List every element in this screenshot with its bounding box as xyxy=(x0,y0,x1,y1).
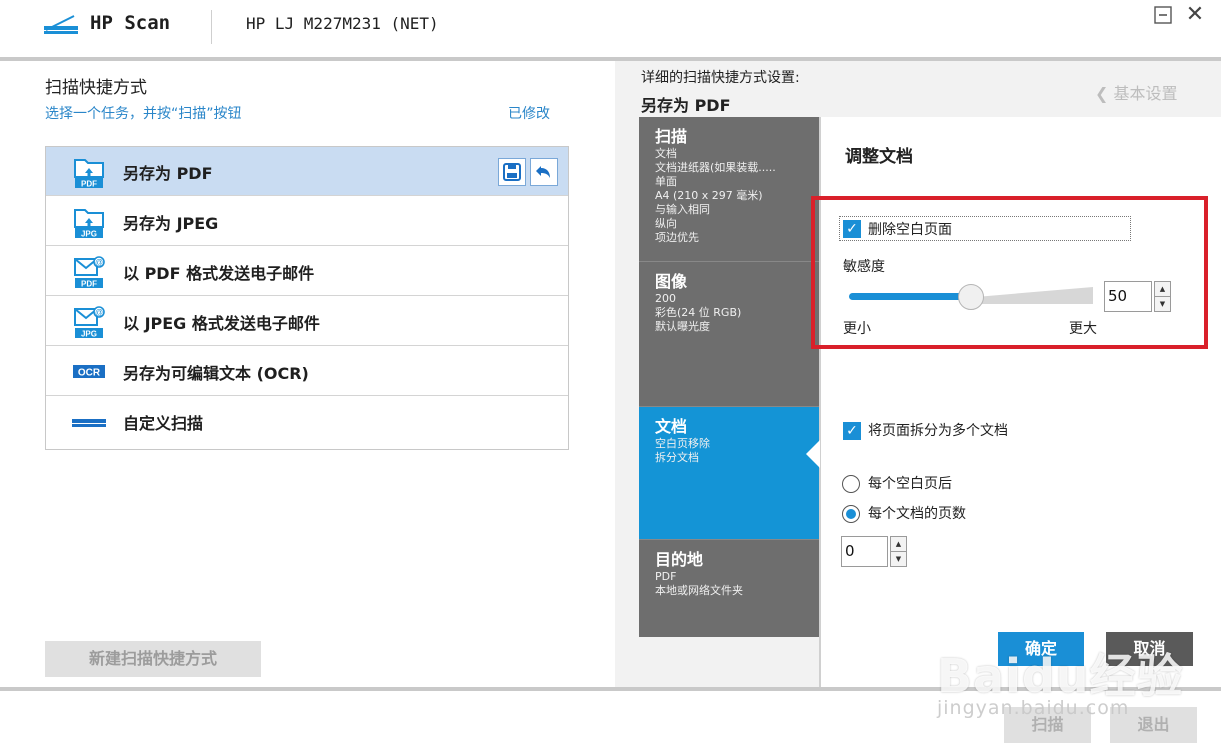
sensitivity-up-icon[interactable]: ▲ xyxy=(1154,281,1171,297)
category-detail: 项边优先 xyxy=(655,231,699,244)
hp-scan-logo-icon xyxy=(44,15,78,34)
after-blank-page-radio[interactable] xyxy=(842,475,860,493)
pages-per-document-radio[interactable] xyxy=(842,505,860,523)
ocr-icon: OCR xyxy=(73,365,105,379)
sensitivity-slider-thumb[interactable] xyxy=(958,284,984,310)
category-detail: A4 (210 x 297 毫米) xyxy=(655,189,763,202)
category-title: 文档 xyxy=(655,417,688,436)
remove-blank-pages-label: 删除空白页面 xyxy=(868,222,952,238)
basic-settings-label: 基本设置 xyxy=(1113,84,1178,103)
shortcut-item-email-pdf[interactable]: @ PDF 以 PDF 格式发送电子邮件 xyxy=(46,247,568,296)
title-bar xyxy=(0,0,1221,58)
shortcut-item-save-jpeg[interactable]: JPG 另存为 JPEG xyxy=(46,197,568,246)
category-title: 图像 xyxy=(655,272,688,291)
category-detail: 本地或网络文件夹 xyxy=(655,584,743,597)
split-documents-checkbox[interactable]: ✓ xyxy=(843,422,861,440)
shortcut-list: PDF 另存为 PDF JPG 另存为 JPEG @ PDF 以 PDF 格式发… xyxy=(45,146,569,450)
shortcut-label: 另存为 PDF xyxy=(123,164,213,183)
chevron-left-icon: ❮ xyxy=(1095,84,1109,103)
category-detail: 默认曝光度 xyxy=(655,320,710,333)
pdf-folder-icon: PDF xyxy=(74,159,104,189)
slider-min-label: 更小 xyxy=(843,321,871,337)
shortcut-label: 自定义扫描 xyxy=(123,414,204,433)
app-name: HP Scan xyxy=(90,12,171,34)
device-name: HP LJ M227M231 (NET) xyxy=(246,14,439,33)
slider-max-label: 更大 xyxy=(1069,321,1097,337)
shortcut-label: 以 PDF 格式发送电子邮件 xyxy=(123,264,315,283)
pages-up-icon[interactable]: ▲ xyxy=(890,536,907,552)
category-image[interactable]: 图像 200 彩色(24 位 RGB) 默认曝光度 xyxy=(639,262,819,407)
svg-text:@: @ xyxy=(95,308,103,317)
basic-settings-link[interactable]: ❮ 基本设置 xyxy=(1095,80,1178,104)
close-icon[interactable]: ✕ xyxy=(1184,4,1206,26)
new-shortcut-button[interactable]: 新建扫描快捷方式 xyxy=(45,641,261,677)
detail-settings-label: 详细的扫描快捷方式设置: xyxy=(641,70,800,86)
category-detail: 拆分文档 xyxy=(655,451,699,464)
sensitivity-slider-fill xyxy=(849,293,971,300)
split-documents-label: 将页面拆分为多个文档 xyxy=(868,423,1008,439)
shortcut-label: 另存为可编辑文本 (OCR) xyxy=(123,364,309,383)
shortcuts-subtitle: 选择一个任务，并按“扫描”按钮 xyxy=(45,106,242,122)
save-icon[interactable] xyxy=(498,158,526,186)
shortcut-item-ocr[interactable]: OCR 另存为可编辑文本 (OCR) xyxy=(46,347,568,396)
shortcuts-title: 扫描快捷方式 xyxy=(45,78,147,98)
svg-text:JPG: JPG xyxy=(81,230,97,239)
sensitivity-input[interactable]: 50 xyxy=(1104,281,1152,312)
pdf-email-icon: @ PDF xyxy=(74,256,105,289)
svg-text:JPG: JPG xyxy=(81,330,97,339)
category-detail: 彩色(24 位 RGB) xyxy=(655,306,742,319)
detail-shortcut-name: 另存为 PDF xyxy=(641,96,731,115)
baidu-watermark-url: jingyan.baidu.com xyxy=(937,697,1130,719)
category-detail: 文档 xyxy=(655,147,677,160)
jpg-email-icon: @ JPG xyxy=(74,306,105,339)
pages-down-icon[interactable]: ▼ xyxy=(890,551,907,567)
category-title: 目的地 xyxy=(655,550,704,569)
pane-title: 调整文档 xyxy=(845,147,913,167)
category-detail: 纵向 xyxy=(655,217,677,230)
svg-text:PDF: PDF xyxy=(81,280,97,289)
sensitivity-down-icon[interactable]: ▼ xyxy=(1154,296,1171,312)
settings-category-list: 扫描 文档 文档进纸器(如果装载..... 单面 A4 (210 x 297 毫… xyxy=(639,117,819,637)
category-detail: 文档进纸器(如果装载..... xyxy=(655,161,776,174)
modified-link[interactable]: 已修改 xyxy=(508,103,550,123)
shortcut-item-custom-scan[interactable]: 自定义扫描 xyxy=(46,397,568,446)
remove-blank-pages-checkbox[interactable]: ✓ xyxy=(843,220,861,238)
svg-text:@: @ xyxy=(95,258,103,267)
category-detail: 与输入相同 xyxy=(655,203,710,216)
category-detail: 200 xyxy=(655,292,676,305)
svg-text:OCR: OCR xyxy=(78,368,101,379)
undo-icon[interactable] xyxy=(530,158,558,186)
category-detail: 空白页移除 xyxy=(655,437,710,450)
shortcut-item-email-jpeg[interactable]: @ JPG 以 JPEG 格式发送电子邮件 xyxy=(46,297,568,346)
scanner-icon xyxy=(72,419,106,427)
after-blank-page-label: 每个空白页后 xyxy=(868,476,952,492)
jpg-folder-icon: JPG xyxy=(74,209,104,239)
minimize-icon[interactable] xyxy=(1154,6,1172,24)
category-destination[interactable]: 目的地 PDF 本地或网络文件夹 xyxy=(639,540,819,637)
shortcut-label: 另存为 JPEG xyxy=(123,214,219,233)
shortcut-item-save-pdf[interactable]: PDF 另存为 PDF xyxy=(46,147,568,196)
category-detail: 单面 xyxy=(655,175,677,188)
category-detail: PDF xyxy=(655,570,677,583)
category-scan[interactable]: 扫描 文档 文档进纸器(如果装载..... 单面 A4 (210 x 297 毫… xyxy=(639,117,819,262)
title-separator xyxy=(211,10,212,44)
pages-per-document-input[interactable]: 0 xyxy=(841,536,888,567)
pages-per-document-label: 每个文档的页数 xyxy=(868,506,966,522)
category-document[interactable]: 文档 空白页移除 拆分文档 xyxy=(639,407,819,540)
active-category-pointer xyxy=(806,440,820,468)
category-title: 扫描 xyxy=(655,127,688,146)
sensitivity-label: 敏感度 xyxy=(843,259,885,275)
svg-text:PDF: PDF xyxy=(81,180,97,189)
shortcut-label: 以 JPEG 格式发送电子邮件 xyxy=(123,314,320,333)
